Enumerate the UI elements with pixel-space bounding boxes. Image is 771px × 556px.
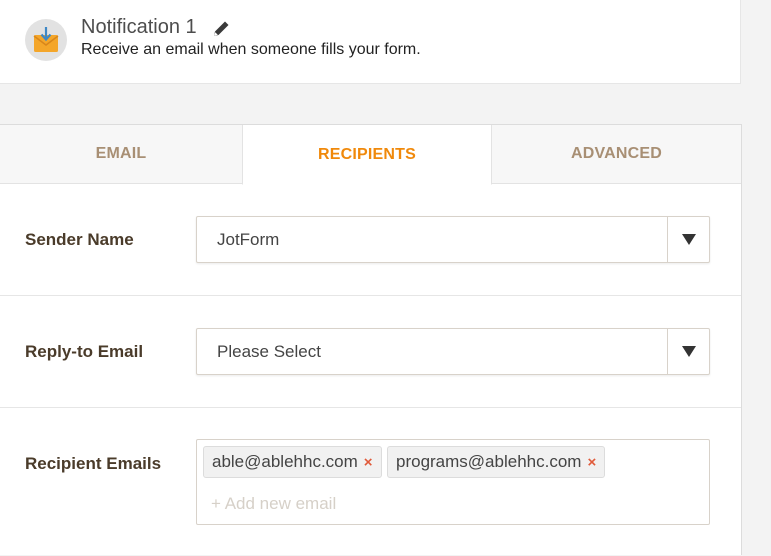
reply-to-row: Reply-to Email Please Select [0,296,741,408]
email-chip-text: programs@ablehhc.com [396,452,582,471]
add-email-input[interactable] [211,494,511,514]
email-chip: programs@ablehhc.com × [387,446,606,478]
remove-icon[interactable]: × [587,454,596,471]
tab-email[interactable]: EMAIL [0,125,242,184]
sender-name-row: Sender Name JotForm [0,185,741,296]
notification-description: Receive an email when someone fills your… [81,41,421,58]
tab-bar: EMAIL RECIPIENTS ADVANCED [0,125,741,185]
sender-name-select[interactable]: JotForm [196,216,710,263]
recipient-emails-field[interactable]: able@ablehhc.com × programs@ablehhc.com … [196,439,710,525]
select-divider [667,329,668,374]
sender-name-label: Sender Name [25,230,134,249]
chevron-down-icon[interactable] [682,346,696,357]
chevron-down-icon[interactable] [682,234,696,245]
tab-recipients[interactable]: RECIPIENTS [242,125,492,185]
recipient-emails-label: Recipient Emails [25,454,162,473]
remove-icon[interactable]: × [364,454,373,471]
email-chip: able@ablehhc.com × [203,446,382,478]
sender-name-value: JotForm [217,230,280,249]
reply-to-value: Please Select [217,342,321,361]
reply-to-label: Reply-to Email [25,342,144,361]
select-divider [667,217,668,262]
settings-panel: EMAIL RECIPIENTS ADVANCED Sender Name Jo… [0,124,742,555]
envelope-download-icon [25,19,67,61]
notification-title: Notification 1 [81,16,197,38]
email-chip-text: able@ablehhc.com [212,452,358,471]
tab-advanced[interactable]: ADVANCED [492,125,741,184]
reply-to-select[interactable]: Please Select [196,328,710,375]
notification-header: Notification 1 Receive an email when som… [0,0,741,84]
pencil-icon[interactable] [210,18,232,40]
